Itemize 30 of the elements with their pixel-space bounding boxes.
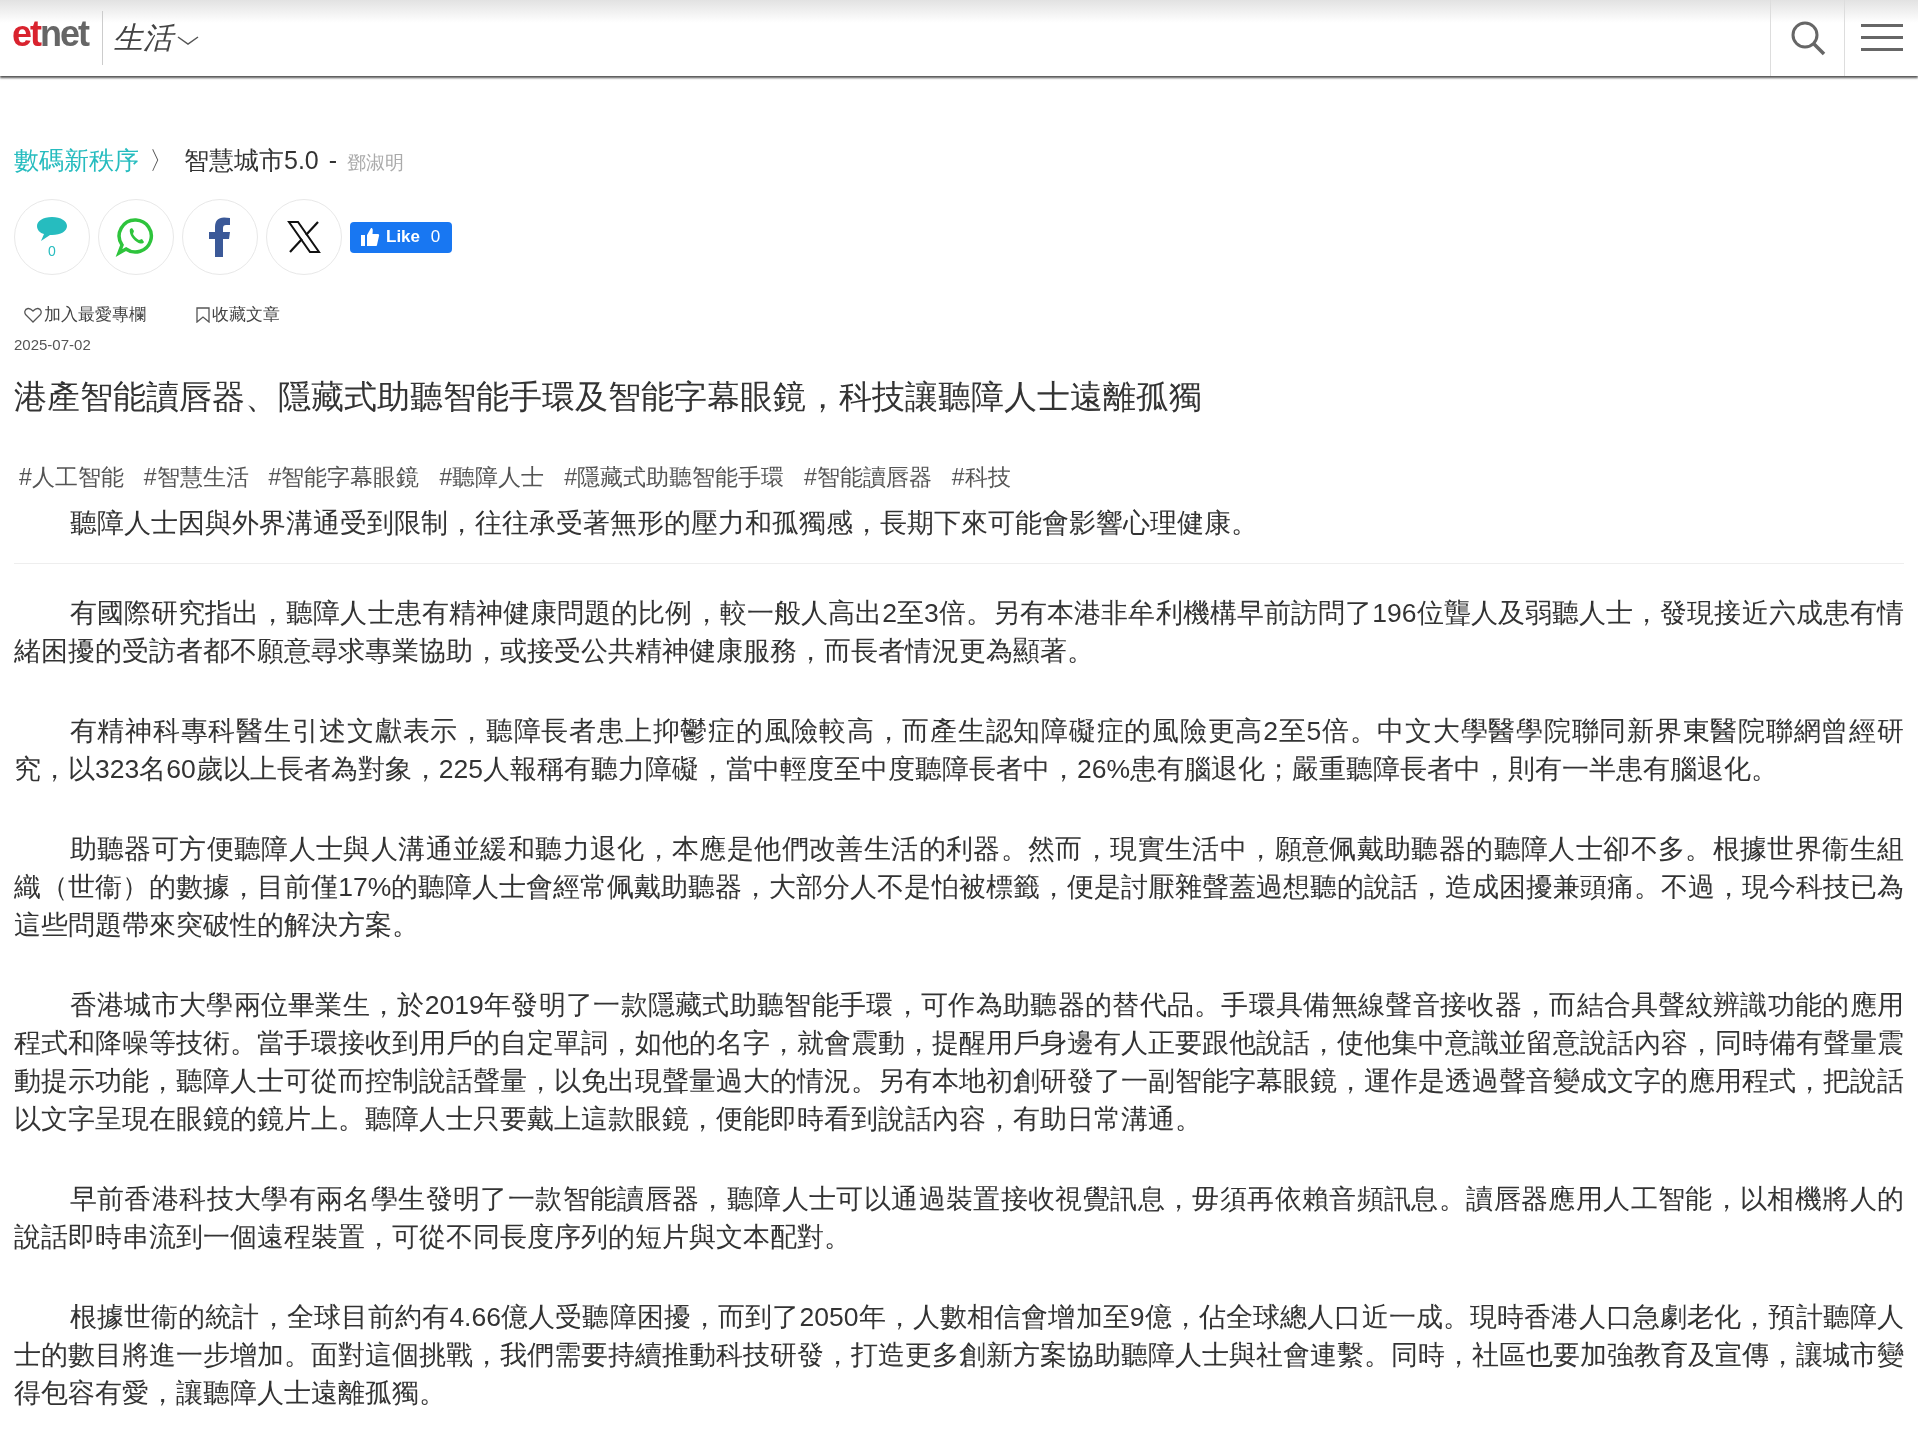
article-paragraph: 早前香港科技大學有兩名學生發明了一款智能讀唇器，聽障人士可以通過裝置接收視覺訊息，毋須再依賴音頻訊息。讀唇器應用人工智能，以相機將人的說話即時串流到一個遠程裝置，可從不同長度序列的短片與文本配對。 [14, 1183, 1904, 1254]
chevron-down-icon[interactable] [177, 35, 199, 47]
save-article-button[interactable]: 收藏文章 [196, 303, 280, 326]
article-headline: 港產智能讀唇器、隱藏式助聽智能手環及智能字幕眼鏡，科技讓聽障人士遠離孤獨 [14, 377, 1203, 417]
tag-link[interactable]: #人工智能 [19, 462, 124, 493]
series-link[interactable]: 智慧城市5.0 [184, 144, 319, 177]
article-paragraph: 有國際研究指出，聽障人士患有精神健康問題的比例，較一般人高出2至3倍。另有本港非牟利機構早前訪問了196位聾人及弱聽人士，發現接近六成患有情緒困擾的受訪者都不願意尋求專業協助，或接受公共精神健康服務，而長者情況更為顯著。 [14, 597, 1904, 668]
favourite-column-button[interactable]: 加入最愛專欄 [24, 303, 146, 326]
tag-link[interactable]: #聽障人士 [439, 462, 545, 493]
article-paragraph: 香港城市大學兩位畢業生，於2019年發明了一款隱藏式助聽智能手環，可作為助聽器的替代品。手環具備無線聲音接收器，而結合具聲紋辨識功能的應用程式和降噪等技術。當手環接收到用戶的自定單詞，如他的名字，就會震動，提醒用戶身邊有人正要跟他說話，使他集中意識並留意說話內容，同時備有聲量震動提示功能，聽障人士可從而控制說話聲量，以免出現聲量過大的情況。另有本地初創研發了一副智能字幕眼鏡，運作是透過聲音變成文字的應用程式，把說話以文字呈現在眼鏡的鏡片上。聽障人士只要戴上這款眼鏡，便能即時看到說話內容，有助日常溝通。 [14, 989, 1904, 1136]
lead-paragraph: 聽障人士因與外界溝通受到限制，往往承受著無形的壓力和孤獨感，長期下來可能會影響心理健康。 [68, 507, 1259, 540]
article-paragraph: 有精神科專科醫生引述文獻表示，聽障長者患上抑鬱症的風險較高，而產生認知障礙症的風險更高2至5倍。中文大學醫學院聯同新界東醫院聯網曾經研究，以323名60歲以上長者為對象，225人報稱有聽力障礙，當中輕度至中度聽障長者中，26%患有腦退化；嚴重聽障長者中，則有一半患有腦退化。 [14, 715, 1904, 786]
heart-icon[interactable] [24, 306, 42, 323]
article-paragraph: 助聽器可方便聽障人士與人溝通並緩和聽力退化，本應是他們改善生活的利器。然而，現實生活中，願意佩戴助聽器的聽障人士卻不多。根據世界衞生組織（世衞）的數據，目前僅17%的聽障人士會經常佩戴助聽器，大部分人不是怕被標籤，便是討厭雜聲蓋過想聽的說話，造成困擾兼頭痛。不過，現今科技已為這些問題帶來突破性的解決方案。 [14, 833, 1904, 942]
tag-link[interactable]: #科技 [951, 462, 1011, 493]
facebook-icon[interactable] [208, 217, 232, 257]
tag-link[interactable]: #隱藏式助聽智能手環 [564, 462, 784, 493]
x-icon[interactable] [287, 221, 321, 253]
tag-link[interactable]: #智能讀唇器 [804, 462, 932, 493]
section-dropdown[interactable]: 生活 [103, 17, 177, 59]
like-button[interactable]: Like 0 [350, 221, 453, 253]
thumbs-up-icon[interactable] [360, 227, 380, 247]
bookmark-icon[interactable] [196, 306, 210, 323]
dash-text: - [328, 146, 338, 175]
publish-date: 2025-07-02 [14, 336, 92, 353]
tag-link[interactable]: #智慧生活 [143, 462, 249, 493]
breadcrumb-separator: 〉 [149, 145, 174, 176]
tag-link[interactable]: #智能字幕眼鏡 [268, 462, 420, 493]
site-logo[interactable]: etnet [0, 13, 102, 63]
article-paragraph: 根據世衞的統計，全球目前約有4.66億人受聽障困擾，而到了2050年，人數相信會增加至9億，佔全球總人口近一成。現時香港人口急劇老化，預計聽障人士的數目將進一步增加。面對這個挑戰，我們需要持續推動科技研發，打造更多創新方案協助聽障人士與社會連繫。同時，社區也要加強教育及宣傳，讓城市變得包容有愛，讓聽障人士遠離孤獨。 [14, 1301, 1904, 1410]
